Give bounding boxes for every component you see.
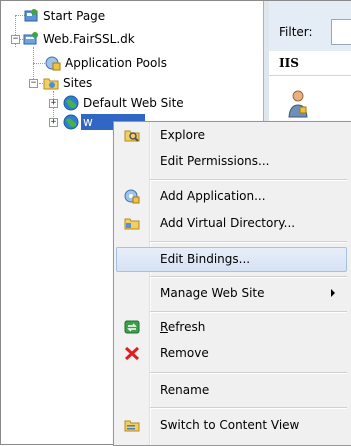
menu-item-manage-web-site[interactable]: Manage Web Site — [116, 281, 347, 306]
refresh-icon — [124, 320, 140, 334]
add-virtual-directory-icon — [124, 218, 140, 230]
menu-separator — [150, 179, 347, 181]
menu-separator — [150, 241, 347, 243]
tree-label: Application Pools — [65, 56, 167, 70]
menu-item-label: Add Virtual Directory... — [160, 216, 296, 230]
sites-folder-icon — [43, 78, 59, 90]
add-application-icon — [124, 189, 140, 204]
content-view-icon — [124, 420, 140, 432]
menu-separator — [150, 372, 347, 374]
application-pools-icon — [45, 56, 61, 71]
menu-item-label: Remove — [160, 346, 209, 360]
iis-manager-window: Start Page − Web.FairSSL.dk Application … — [0, 0, 351, 446]
tree-line — [33, 63, 45, 64]
menu-item-add-application[interactable]: Add Application... — [116, 184, 347, 209]
menu-separator — [150, 311, 347, 313]
explore-icon — [124, 130, 140, 142]
menu-item-label: Explore — [160, 128, 206, 142]
menu-item-switch-to-content-view[interactable]: Switch to Content View — [116, 413, 347, 438]
menu-separator — [150, 407, 347, 409]
menu-item-label: Manage Web Site — [160, 286, 265, 300]
menu-item-label: Edit Bindings... — [160, 252, 251, 266]
iis-section-header: IIS — [269, 51, 351, 76]
tree-label: Sites — [63, 76, 93, 90]
tree-label: Web.FairSSL.dk — [43, 32, 135, 46]
collapse-sites-toggle[interactable]: − — [29, 79, 38, 88]
menu-item-rename[interactable]: Rename — [116, 378, 347, 403]
menu-item-label: Rename — [160, 383, 210, 397]
menu-item-remove[interactable]: Remove — [116, 341, 347, 366]
globe-icon — [63, 95, 79, 111]
menu-item-label: Refresh — [160, 320, 206, 334]
menu-separator — [150, 276, 347, 278]
server-icon — [23, 32, 38, 45]
menu-item-edit-permissions[interactable]: Edit Permissions... — [116, 149, 347, 174]
menu-item-refresh[interactable]: Refresh — [116, 315, 347, 340]
menu-item-add-virtual-directory[interactable]: Add Virtual Directory... — [116, 211, 347, 236]
filter-input[interactable] — [331, 19, 351, 45]
menu-item-label: Edit Permissions... — [160, 154, 270, 168]
menu-item-label: Add Application... — [160, 189, 266, 203]
menu-item-edit-bindings[interactable]: Edit Bindings... — [116, 247, 347, 272]
submenu-arrow-icon — [331, 289, 335, 297]
expand-selected-site-toggle[interactable]: + — [49, 118, 58, 127]
tree-label: Default Web Site — [83, 96, 184, 110]
site-context-menu: Explore Edit Permissions... Add Applicat… — [113, 121, 351, 446]
authentication-feature-icon[interactable] — [287, 89, 309, 119]
iis-section-title: IIS — [279, 56, 299, 70]
start-page-icon — [24, 9, 38, 22]
filter-label: Filter: — [279, 25, 313, 39]
tree-label: Start Page — [43, 9, 106, 23]
menu-item-label: Switch to Content View — [160, 418, 300, 432]
collapse-server-toggle[interactable]: − — [11, 35, 20, 44]
globe-icon — [63, 114, 79, 130]
remove-x-icon — [124, 346, 140, 361]
menu-item-explore[interactable]: Explore — [116, 123, 347, 148]
expand-default-site-toggle[interactable]: + — [49, 99, 58, 108]
